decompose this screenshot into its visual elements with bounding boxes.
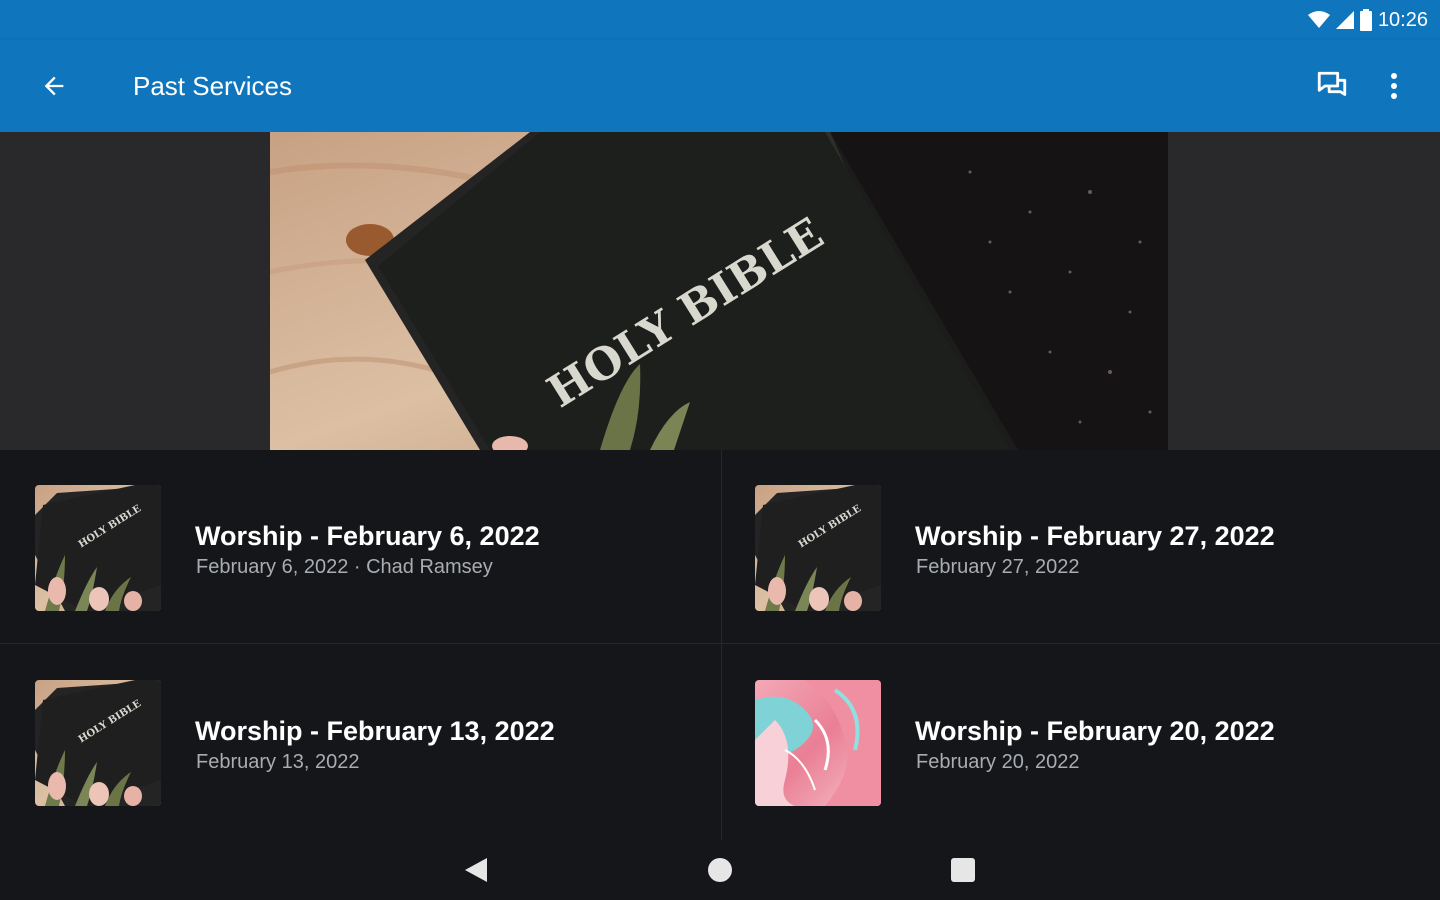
service-subtitle: February 20, 2022 xyxy=(916,751,1080,773)
service-item-feb-27[interactable]: Worship - February 27, 2022 February 27,… xyxy=(720,450,1440,643)
nav-home-button[interactable] xyxy=(696,848,744,892)
service-title: Worship - February 6, 2022 xyxy=(195,521,540,551)
more-options-button[interactable] xyxy=(1370,62,1418,110)
wifi-icon xyxy=(1307,11,1330,28)
nav-home-icon xyxy=(708,858,732,882)
service-subtitle: February 27, 2022 xyxy=(916,556,1080,578)
service-title: Worship - February 20, 2022 xyxy=(915,716,1275,746)
service-thumbnail xyxy=(755,485,881,611)
service-item-feb-13[interactable]: Worship - February 13, 2022 February 13,… xyxy=(0,645,720,838)
service-item-feb-6[interactable]: Worship - February 6, 2022 February 6, 2… xyxy=(0,450,720,643)
chat-button[interactable] xyxy=(1308,62,1356,110)
status-time: 10:26 xyxy=(1377,8,1428,31)
service-subtitle: February 6, 2022 · Chad Ramsey xyxy=(196,556,493,578)
nav-recents-icon xyxy=(951,858,975,882)
hero-image: HOLY BIBLE xyxy=(270,132,1168,450)
chat-icon xyxy=(1317,71,1347,96)
services-list: Worship - February 6, 2022 February 6, 2… xyxy=(0,450,1440,840)
back-button[interactable] xyxy=(30,64,78,108)
nav-back-button[interactable] xyxy=(452,848,500,892)
cell-signal-icon xyxy=(1335,11,1354,29)
service-thumbnail xyxy=(755,680,881,806)
status-bar: 10:26 xyxy=(0,0,1440,40)
service-item-feb-20[interactable]: Worship - February 20, 2022 February 20,… xyxy=(720,645,1440,838)
row-divider xyxy=(0,643,1440,644)
app-bar: Past Services xyxy=(0,40,1440,132)
battery-icon xyxy=(1359,9,1372,31)
page-title: Past Services xyxy=(133,71,292,101)
nav-back-icon xyxy=(465,858,487,882)
service-thumbnail xyxy=(35,485,161,611)
system-nav-bar xyxy=(0,840,1440,900)
service-title: Worship - February 27, 2022 xyxy=(915,521,1275,551)
status-icons: 10:26 xyxy=(1307,6,1428,34)
nav-recents-button[interactable] xyxy=(939,848,987,892)
hero-banner: HOLY BIBLE xyxy=(0,132,1440,450)
service-title: Worship - February 13, 2022 xyxy=(195,716,555,746)
more-vert-icon xyxy=(1391,73,1397,99)
service-thumbnail xyxy=(35,680,161,806)
arrow-back-icon xyxy=(44,76,64,96)
service-subtitle: February 13, 2022 xyxy=(196,751,360,773)
